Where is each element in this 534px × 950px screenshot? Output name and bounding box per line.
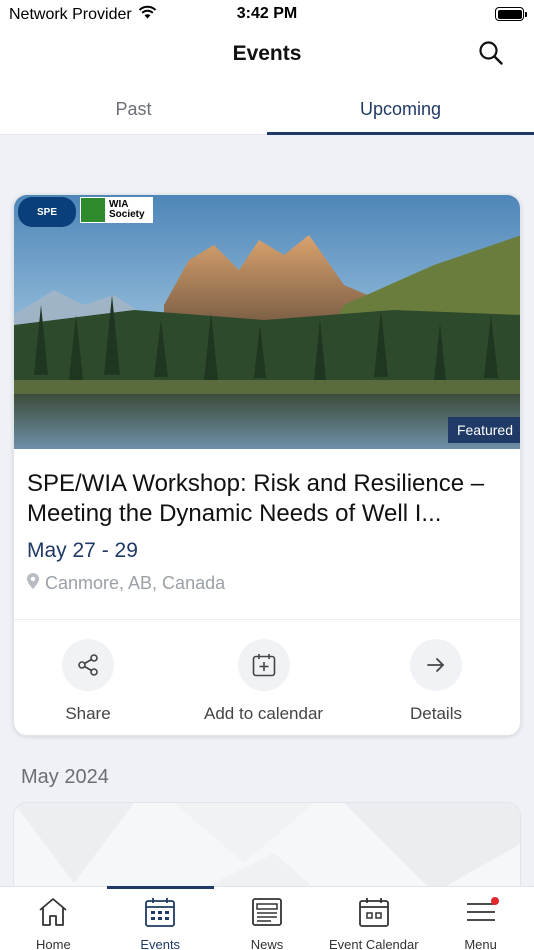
tabbar-event-calendar-label: Event Calendar: [328, 937, 419, 950]
carrier-info: Network Provider: [9, 5, 157, 24]
event-image: SPE WIA Society Featured: [14, 195, 520, 449]
carrier-label: Network Provider: [9, 5, 132, 23]
app-header: Events: [0, 28, 534, 83]
share-button[interactable]: Share: [62, 639, 114, 724]
event-date: May 27 - 29: [27, 539, 138, 562]
notification-dot: [491, 897, 500, 905]
arrow-right-icon: [410, 639, 462, 691]
events-tabs: Past Upcoming: [0, 83, 534, 135]
search-button[interactable]: [476, 40, 506, 70]
spe-logo-text: SPE: [36, 206, 57, 218]
event-location: Canmore, AB, Canada: [27, 573, 225, 594]
tabbar-home-label: Home: [36, 937, 71, 950]
details-label: Details: [410, 704, 462, 723]
add-to-calendar-button[interactable]: Add to calendar: [204, 639, 323, 724]
home-icon: [37, 896, 69, 933]
search-icon: [478, 40, 504, 71]
tabbar-menu[interactable]: Menu: [427, 887, 534, 950]
tab-upcoming[interactable]: Upcoming: [267, 83, 534, 135]
event-title[interactable]: SPE/WIA Workshop: Risk and Resilience – …: [27, 469, 509, 529]
wifi-icon: [138, 5, 157, 24]
news-icon: [251, 896, 283, 933]
page-title: Events: [232, 42, 302, 65]
tabbar-home[interactable]: Home: [0, 887, 107, 950]
leaf-icon: [81, 198, 105, 222]
share-icon: [62, 639, 114, 691]
tabbar-news[interactable]: News: [214, 887, 321, 950]
tabbar-news-label: News: [250, 937, 284, 950]
location-text: Canmore, AB, Canada: [45, 573, 226, 593]
battery-icon: [495, 7, 527, 21]
details-button[interactable]: Details: [410, 639, 462, 724]
tabbar-menu-label: Menu: [464, 937, 497, 950]
featured-event-card[interactable]: SPE WIA Society Featured SPE/WIA Workshop…: [13, 194, 521, 736]
wia-sub-text: Society: [109, 209, 145, 220]
location-pin-icon: [27, 573, 39, 594]
card-divider: [14, 619, 520, 620]
events-icon: [144, 896, 176, 933]
tab-past[interactable]: Past: [0, 83, 267, 134]
wia-logo: WIA Society: [80, 197, 153, 223]
wia-logo-text: WIA Society: [109, 200, 145, 220]
share-label: Share: [65, 704, 111, 723]
event-actions: Share Add to calendar Details: [14, 639, 520, 724]
calendar-add-icon: [237, 639, 290, 691]
tabbar-events[interactable]: Events: [106, 886, 214, 950]
event-calendar-icon: [358, 896, 390, 933]
month-section-label: May 2024: [21, 766, 109, 788]
spe-logo: SPE: [18, 197, 76, 227]
tabbar-events-label: Events: [140, 937, 181, 950]
bottom-tab-bar: Home Events News Event Calendar Menu: [0, 886, 534, 950]
status-bar: Network Provider 3:42 PM: [0, 0, 534, 28]
tabbar-event-calendar[interactable]: Event Calendar: [320, 887, 427, 950]
featured-badge: Featured: [447, 417, 520, 443]
add-to-calendar-label: Add to calendar: [204, 704, 324, 723]
